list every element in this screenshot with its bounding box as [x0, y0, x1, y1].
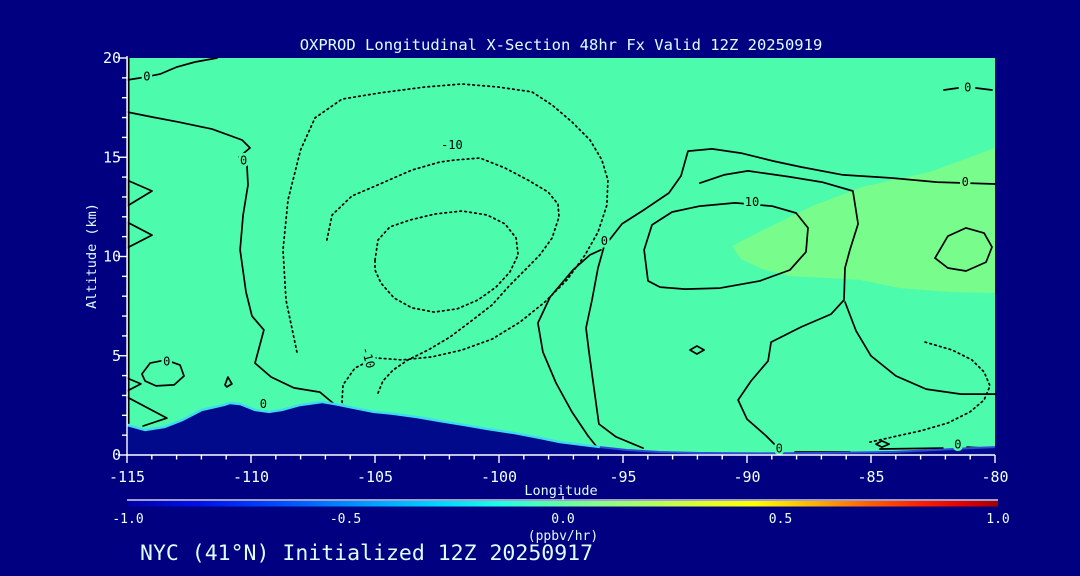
- colorbar-tick-label: 1.0: [986, 512, 1009, 527]
- y-axis-title: Altitude (km): [84, 203, 100, 309]
- x-tick-label: -85: [857, 468, 884, 486]
- contour-label--10: -10: [441, 138, 463, 152]
- contour-label-0: 0: [143, 69, 150, 83]
- x-tick-label: -115: [109, 468, 145, 486]
- x-axis-title: Longitude: [524, 483, 597, 499]
- y-tick-label: 0: [112, 446, 121, 464]
- contour-label-0: 0: [601, 234, 608, 248]
- contour-label-0: 0: [954, 438, 961, 452]
- y-tick-label: 20: [103, 49, 121, 67]
- solid-contour-level-0: [879, 447, 944, 450]
- contour-label-10: 10: [745, 195, 759, 209]
- colorbar-tick-label: 0.0: [551, 512, 574, 527]
- contour-label-0: 0: [240, 154, 247, 168]
- colorbar-tick-label: 0.5: [769, 512, 792, 527]
- x-tick-label: -80: [981, 468, 1008, 486]
- contour-label-0: 0: [962, 175, 969, 189]
- y-tick-label: 10: [103, 248, 121, 266]
- contour-label-0: 0: [163, 355, 170, 369]
- run-info-footer: NYC (41°N) Initialized 12Z 20250917: [140, 541, 593, 566]
- screenshot-root: 0 0 0 0 0 0 0 0 0 10 -10 -10 -115 -110 -105 -100 -95 -90…: [0, 0, 1080, 576]
- chart-title: OXPROD Longitudinal X-Section 48hr Fx Va…: [300, 36, 823, 54]
- contour-label-0: 0: [964, 80, 971, 94]
- colorbar-tick-label: -0.5: [330, 512, 361, 527]
- contour-label-0: 0: [260, 397, 267, 411]
- contour-cross-section-chart: 00000000 010-10-10 -115 -110 -105 -100 -95 -90…: [84, 36, 1010, 566]
- y-tick-label: 5: [112, 347, 121, 365]
- x-tick-label: -105: [357, 468, 393, 486]
- colorbar-layer: -1.0 -0.5 0.0 0.5 1.0: [112, 496, 1010, 527]
- contour-label-0: 0: [776, 442, 783, 456]
- x-tick-label: -100: [481, 468, 517, 486]
- x-tick-label: -95: [609, 468, 636, 486]
- y-tick-label: 15: [103, 148, 121, 166]
- colorbar-gradient-bar: [128, 501, 998, 507]
- colorbar-tick-label: -1.0: [112, 512, 143, 527]
- fill-layer: [127, 58, 995, 455]
- x-tick-label: -110: [233, 468, 269, 486]
- x-tick-label: -90: [733, 468, 760, 486]
